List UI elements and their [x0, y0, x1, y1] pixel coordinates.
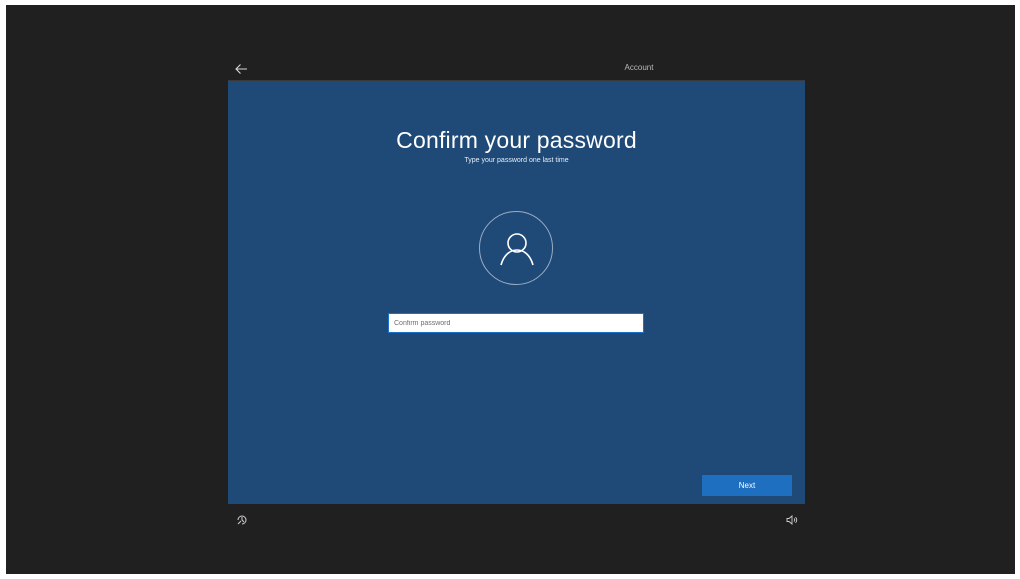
back-arrow-icon[interactable] — [230, 59, 252, 79]
ease-of-access-icon[interactable] — [235, 513, 249, 527]
confirm-password-input[interactable] — [388, 313, 644, 333]
next-button[interactable]: Next — [702, 475, 792, 496]
oobe-screen: Account Confirm your password Type your … — [6, 5, 1015, 574]
user-icon — [500, 233, 534, 266]
volume-icon[interactable] — [785, 513, 799, 527]
setup-panel: Confirm your password Type your password… — [228, 81, 805, 504]
page-title: Confirm your password — [396, 127, 637, 153]
page-subtitle: Type your password one last time — [464, 157, 569, 164]
avatar — [479, 211, 553, 285]
